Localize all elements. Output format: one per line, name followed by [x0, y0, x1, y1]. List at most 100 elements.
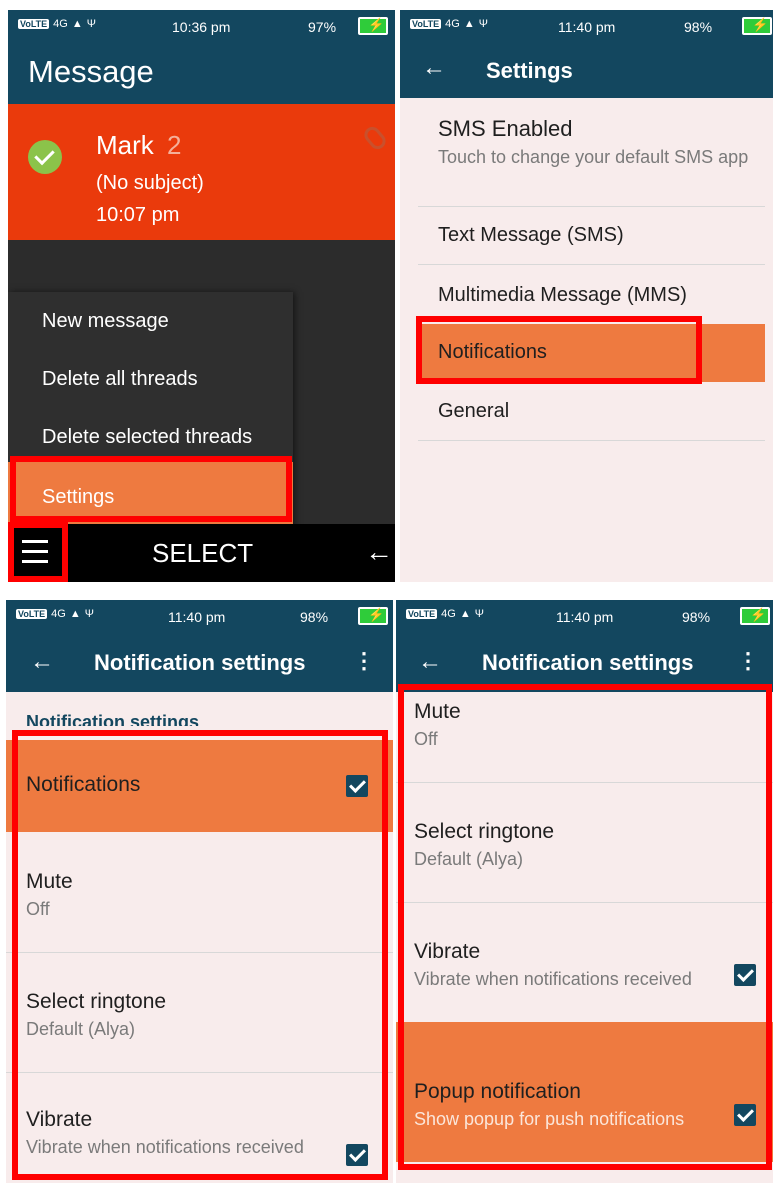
- vibrate-row[interactable]: Vibrate Vibrate when notifications recei…: [26, 1108, 326, 1158]
- menu-icon[interactable]: [22, 540, 48, 564]
- network-icon: 4G: [53, 18, 68, 30]
- signal-icon: ▲: [69, 608, 81, 620]
- volte-icon: VoLTE: [16, 609, 48, 619]
- status-bar: VoLTE 4G ▲ Ψ 11:40 pm 98% ⚡: [6, 600, 393, 634]
- volte-icon: VoLTE: [18, 19, 50, 29]
- settings-item-label: SMS Enabled: [438, 116, 573, 141]
- popup-notification-subtitle: Show popup for push notifications: [414, 1109, 685, 1129]
- network-icon: 4G: [445, 18, 460, 30]
- battery-icon: ⚡: [740, 607, 770, 625]
- notifications-toggle-row[interactable]: Notifications: [6, 740, 393, 832]
- settings-item-sms[interactable]: Text Message (SMS): [438, 224, 624, 247]
- mute-value: Off: [26, 899, 50, 919]
- panel-message: VoLTE 4G ▲ Ψ 10:36 pm 97% ⚡ Message Mark 2 …: [8, 10, 395, 582]
- popup-notification-row[interactable]: Popup notification Show popup for push n…: [396, 1022, 773, 1162]
- vibrate-subtitle: Vibrate when notifications received: [414, 969, 692, 989]
- overflow-menu-icon[interactable]: ⋮: [353, 648, 375, 674]
- status-time: 11:40 pm: [558, 19, 616, 35]
- battery-percent: 97%: [308, 19, 337, 35]
- ringtone-value: Default (Alya): [414, 849, 524, 869]
- usb-icon: Ψ: [84, 608, 94, 620]
- vibrate-row[interactable]: Vibrate Vibrate when notifications recei…: [414, 940, 704, 990]
- status-bar: VoLTE 4G ▲ Ψ 11:40 pm 98% ⚡: [400, 10, 773, 44]
- app-bar: ← Notification settings ⋮: [396, 634, 773, 692]
- section-header: Notification settings: [26, 712, 200, 726]
- signal-icon: ▲: [71, 18, 83, 30]
- panel-notification-settings-scrolled: VoLTE 4G ▲ Ψ 11:40 pm 98% ⚡ ← Notification …: [396, 600, 773, 1183]
- menu-item-settings-bg[interactable]: Settings: [8, 462, 293, 530]
- ringtone-value: Default (Alya): [26, 1019, 136, 1039]
- usb-icon: Ψ: [478, 18, 488, 30]
- settings-item-mms[interactable]: Multimedia Message (MMS): [438, 284, 687, 307]
- app-bar: ← Notification settings ⋮: [6, 634, 393, 692]
- usb-icon: Ψ: [474, 608, 484, 620]
- back-arrow-icon[interactable]: ←: [418, 648, 442, 676]
- panel-settings: VoLTE 4G ▲ Ψ 11:40 pm 98% ⚡ ← Settings SMS …: [400, 10, 773, 582]
- thread-time: 10:07 pm: [96, 204, 180, 226]
- thread-subject: (No subject): [96, 172, 204, 194]
- vibrate-checkbox[interactable]: [734, 964, 756, 986]
- battery-icon: ⚡: [742, 17, 772, 35]
- select-softkey[interactable]: SELECT: [152, 538, 253, 569]
- app-bar: ← Settings: [400, 44, 773, 98]
- options-menu: New message Delete all threads Delete se…: [8, 292, 293, 530]
- battery-percent: 98%: [682, 609, 711, 625]
- vibrate-checkbox[interactable]: [346, 1144, 368, 1166]
- panel-notification-settings-top: VoLTE 4G ▲ Ψ 11:40 pm 98% ⚡ ← Notification …: [6, 600, 393, 1183]
- page-title: Notification settings: [94, 650, 306, 675]
- ringtone-label: Select ringtone: [26, 990, 167, 1013]
- popup-notification-label: Popup notification: [414, 1080, 581, 1103]
- mute-row[interactable]: Mute Off: [26, 870, 73, 920]
- status-time: 10:36 pm: [172, 19, 231, 35]
- settings-item-notifications[interactable]: Notifications: [418, 324, 765, 382]
- signal-icon: ▲: [459, 608, 471, 620]
- page-title: Message: [28, 54, 154, 89]
- battery-percent: 98%: [684, 19, 713, 35]
- settings-item-general[interactable]: General: [438, 400, 509, 423]
- vibrate-label: Vibrate: [26, 1108, 93, 1131]
- app-bar: Message: [8, 44, 395, 104]
- menu-item-delete-selected[interactable]: Delete selected threads: [42, 426, 252, 449]
- check-circle-icon: [28, 140, 62, 174]
- back-arrow-icon[interactable]: ←: [30, 648, 54, 676]
- battery-icon: ⚡: [358, 17, 388, 35]
- overflow-menu-icon[interactable]: ⋮: [737, 648, 759, 674]
- settings-item-label: Notifications: [438, 341, 547, 363]
- settings-item-subtitle: Touch to change your default SMS app: [438, 147, 749, 167]
- status-time: 11:40 pm: [556, 609, 614, 625]
- status-bar: VoLTE 4G ▲ Ψ 10:36 pm 97% ⚡: [8, 10, 395, 44]
- menu-item-new-message[interactable]: New message: [42, 310, 169, 333]
- back-arrow-icon[interactable]: ←: [422, 54, 446, 82]
- thread-sender: Mark: [96, 130, 154, 160]
- status-bar: VoLTE 4G ▲ Ψ 11:40 pm 98% ⚡: [396, 600, 773, 634]
- page-title: Notification settings: [482, 650, 694, 675]
- vibrate-subtitle: Vibrate when notifications received: [26, 1137, 304, 1157]
- thread-item[interactable]: Mark 2 (No subject) 10:07 pm: [8, 104, 395, 240]
- popup-notification-checkbox[interactable]: [734, 1104, 756, 1126]
- mute-label: Mute: [26, 870, 73, 893]
- settings-item-sms-enabled[interactable]: SMS Enabled Touch to change your default…: [438, 116, 758, 168]
- ringtone-row[interactable]: Select ringtone Default (Alya): [414, 820, 554, 870]
- notifications-label: Notifications: [26, 773, 141, 796]
- menu-item-delete-all[interactable]: Delete all threads: [42, 368, 198, 391]
- battery-percent: 98%: [300, 609, 329, 625]
- thread-count: 2: [167, 130, 182, 160]
- network-icon: 4G: [51, 608, 66, 620]
- ringtone-label: Select ringtone: [414, 820, 555, 843]
- vibrate-label: Vibrate: [414, 940, 481, 963]
- back-arrow-icon[interactable]: ←: [365, 536, 393, 568]
- attachment-icon: [361, 123, 389, 153]
- battery-icon: ⚡: [358, 607, 388, 625]
- status-time: 11:40 pm: [168, 609, 226, 625]
- volte-icon: VoLTE: [410, 19, 442, 29]
- usb-icon: Ψ: [86, 18, 96, 30]
- volte-icon: VoLTE: [406, 609, 438, 619]
- mute-label: Mute: [414, 700, 461, 723]
- menu-item-settings[interactable]: Settings: [42, 486, 114, 509]
- network-icon: 4G: [441, 608, 456, 620]
- notifications-checkbox[interactable]: [346, 775, 368, 797]
- mute-value: Off: [414, 729, 438, 749]
- bottom-bar: SELECT ←: [8, 524, 395, 582]
- mute-row[interactable]: Mute Off: [414, 700, 461, 750]
- ringtone-row[interactable]: Select ringtone Default (Alya): [26, 990, 166, 1040]
